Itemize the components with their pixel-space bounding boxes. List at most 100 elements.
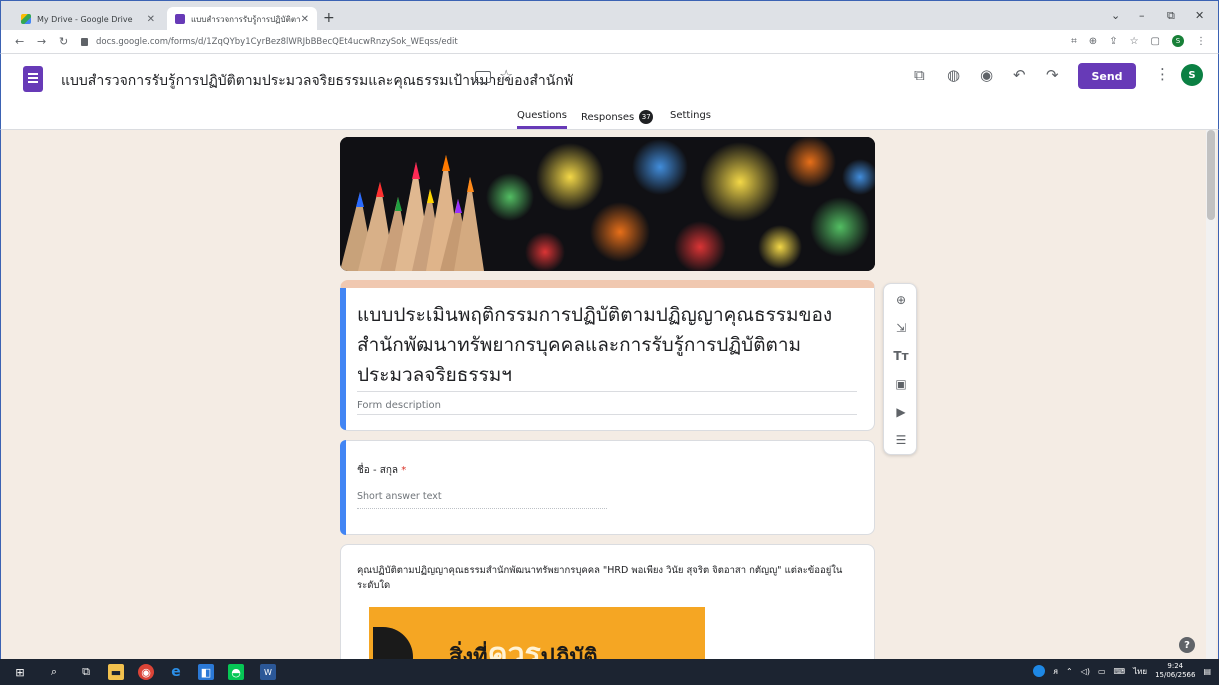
add-section-icon[interactable]: ☰ <box>893 432 909 448</box>
tab-settings[interactable]: Settings <box>670 110 711 121</box>
active-card-indicator <box>340 288 346 430</box>
close-icon[interactable]: ✕ <box>301 14 309 25</box>
image-text-2: ควร <box>487 637 541 659</box>
question-toolbar: ⊕ ⇲ Tт ▣ ▶ ☰ <box>883 283 917 455</box>
palette-icon[interactable]: ◍ <box>947 66 960 84</box>
add-video-icon[interactable]: ▶ <box>893 404 909 420</box>
reload-icon[interactable]: ↻ <box>59 35 68 48</box>
browser-profile-avatar[interactable]: S <box>1172 35 1184 47</box>
system-tray: ᴙ ⌃ ◁) ▭ ⌨ ไทย 9:24 15/06/2566 ▤ <box>1033 662 1211 680</box>
question-card[interactable]: คุณปฏิบัติตามปฏิญญาคุณธรรมสำนักพัฒนาทรัพ… <box>340 544 875 659</box>
sidepanel-icon[interactable]: ▢ <box>1151 36 1160 47</box>
preview-eye-icon[interactable]: ◉ <box>980 66 993 84</box>
google-forms-logo-icon[interactable] <box>23 66 43 92</box>
divider <box>357 391 857 392</box>
share-icon[interactable]: ⇪ <box>1109 36 1117 47</box>
header-banner-image[interactable] <box>340 137 875 271</box>
windows-start-icon[interactable]: ⊞ <box>12 664 28 680</box>
google-drive-icon <box>21 14 31 24</box>
document-title[interactable]: แบบสำรวจการรับรู้การปฏิบัติตามประมวลจริย… <box>61 70 573 92</box>
edge-icon[interactable]: e <box>168 664 184 680</box>
form-tabs: Questions Responses 37 Settings <box>1 108 1218 130</box>
display-icon[interactable]: ▭ <box>1098 667 1106 676</box>
translate-icon[interactable]: ⌗ <box>1071 36 1077 47</box>
chevron-down-icon[interactable]: ⌄ <box>1111 9 1120 22</box>
form-title-card[interactable]: แบบประเมินพฤติกรรมการปฏิบัติตามปฏิญญาคุณ… <box>340 280 875 431</box>
search-icon[interactable]: ⌕ <box>46 664 62 680</box>
addons-puzzle-icon[interactable]: ⧉ <box>914 66 925 84</box>
scrollbar-thumb[interactable] <box>1207 130 1215 220</box>
letter-d-graphic <box>373 627 413 659</box>
add-question-icon[interactable]: ⊕ <box>893 292 909 308</box>
import-questions-icon[interactable]: ⇲ <box>893 320 909 336</box>
redo-icon[interactable]: ↷ <box>1046 66 1059 84</box>
lock-icon <box>81 38 88 46</box>
tab-questions[interactable]: Questions <box>517 110 567 129</box>
add-image-icon[interactable]: ▣ <box>893 376 909 392</box>
image-text-3: ปฏิบัติ <box>540 645 598 659</box>
minimize-icon[interactable]: – <box>1139 9 1145 22</box>
help-icon[interactable]: ? <box>1179 637 1195 653</box>
question-card[interactable]: ชื่อ - สกุล * Short answer text <box>340 440 875 535</box>
chrome-icon[interactable]: ◉ <box>138 664 154 680</box>
more-vert-icon[interactable]: ⋮ <box>1155 65 1170 83</box>
browser-tab-bar: My Drive - Google Drive ✕ แบบสำรวจการรับ… <box>0 0 1219 31</box>
folder-icon[interactable] <box>475 71 491 83</box>
divider <box>357 414 857 415</box>
keyboard-icon[interactable]: ⌨ <box>1114 667 1126 676</box>
notifications-icon[interactable]: ▤ <box>1203 667 1211 676</box>
close-icon[interactable]: ✕ <box>147 14 155 25</box>
avatar[interactable]: S <box>1181 64 1203 86</box>
new-tab-icon[interactable]: + <box>323 10 335 26</box>
clock[interactable]: 9:24 15/06/2566 <box>1155 662 1195 680</box>
tab-forms[interactable]: แบบสำรวจการรับรู้การปฏิบัติตามประ... ✕ <box>167 7 317 31</box>
network-status-icon[interactable] <box>1033 665 1046 677</box>
tab-title: แบบสำรวจการรับรู้การปฏิบัติตามประ... <box>191 14 301 24</box>
restore-icon[interactable]: ⧉ <box>1167 9 1175 23</box>
person-icon[interactable]: ᴙ <box>1053 667 1058 676</box>
question-label: ชื่อ - สกุล <box>357 465 399 476</box>
active-card-indicator <box>340 440 346 535</box>
tab-my-drive[interactable]: My Drive - Google Drive ✕ <box>13 7 163 31</box>
tab-title: My Drive - Google Drive <box>37 14 133 24</box>
chevron-up-icon[interactable]: ⌃ <box>1066 667 1073 676</box>
google-forms-icon <box>175 14 185 24</box>
question-title[interactable]: คุณปฏิบัติตามปฏิญญาคุณธรรมสำนักพัฒนาทรัพ… <box>357 563 857 593</box>
add-title-icon[interactable]: Tт <box>893 348 909 364</box>
short-answer-field: Short answer text <box>357 491 607 509</box>
forward-icon[interactable]: → <box>37 35 46 48</box>
tab-responses[interactable]: Responses 37 <box>581 110 654 124</box>
store-icon[interactable]: ◧ <box>198 664 214 680</box>
browser-menu-icon[interactable]: ⋮ <box>1196 36 1206 47</box>
undo-icon[interactable]: ↶ <box>1013 66 1026 84</box>
address-bar: ← → ↻ docs.google.com/forms/d/1ZqQYby1Cy… <box>0 30 1219 54</box>
send-button[interactable]: Send <box>1078 63 1136 89</box>
bookmark-star-icon[interactable]: ☆ <box>1130 36 1139 47</box>
forms-header: แบบสำรวจการรับรู้การปฏิบัติตามประมวลจริย… <box>0 54 1219 130</box>
line-app-icon[interactable]: ◓ <box>228 664 244 680</box>
image-text-1: สิ่งที่ <box>449 645 488 659</box>
task-view-icon[interactable]: ⧉ <box>78 664 94 680</box>
windows-taskbar: ⊞ ⌕ ⧉ ▬ ◉ e ◧ ◓ W ᴙ ⌃ ◁) ▭ ⌨ ไทย 9:24 15… <box>0 659 1219 685</box>
form-title[interactable]: แบบประเมินพฤติกรรมการปฏิบัติตามปฏิญญาคุณ… <box>357 300 857 390</box>
language-indicator[interactable]: ไทย <box>1133 665 1147 678</box>
form-editor-canvas: แบบประเมินพฤติกรรมการปฏิบัติตามปฏิญญาคุณ… <box>0 130 1219 659</box>
question-image[interactable]: สิ่งที่ควรปฏิบัติ <box>369 607 705 659</box>
required-asterisk: * <box>401 465 407 476</box>
word-icon[interactable]: W <box>260 664 276 680</box>
question-title[interactable]: ชื่อ - สกุล * <box>357 463 406 478</box>
window-close-icon[interactable]: ✕ <box>1195 9 1204 22</box>
form-description-input[interactable]: Form description <box>357 400 441 411</box>
zoom-icon[interactable]: ⊕ <box>1089 36 1097 47</box>
url-text: docs.google.com/forms/d/1ZqQYby1CyrBez8l… <box>96 37 458 47</box>
star-icon[interactable]: ☆ <box>499 66 513 85</box>
url-input[interactable]: docs.google.com/forms/d/1ZqQYby1CyrBez8l… <box>81 33 1071 51</box>
clock-time: 9:24 <box>1167 662 1184 670</box>
back-icon[interactable]: ← <box>15 35 24 48</box>
pencils-bokeh-illustration <box>340 137 875 271</box>
file-explorer-icon[interactable]: ▬ <box>108 664 124 680</box>
browser-toolbar-icons: ⌗ ⊕ ⇪ ☆ ▢ S ⋮ <box>1071 35 1206 47</box>
responses-count-badge: 37 <box>639 110 654 124</box>
tab-responses-label: Responses <box>581 112 635 123</box>
volume-icon[interactable]: ◁) <box>1081 667 1090 676</box>
